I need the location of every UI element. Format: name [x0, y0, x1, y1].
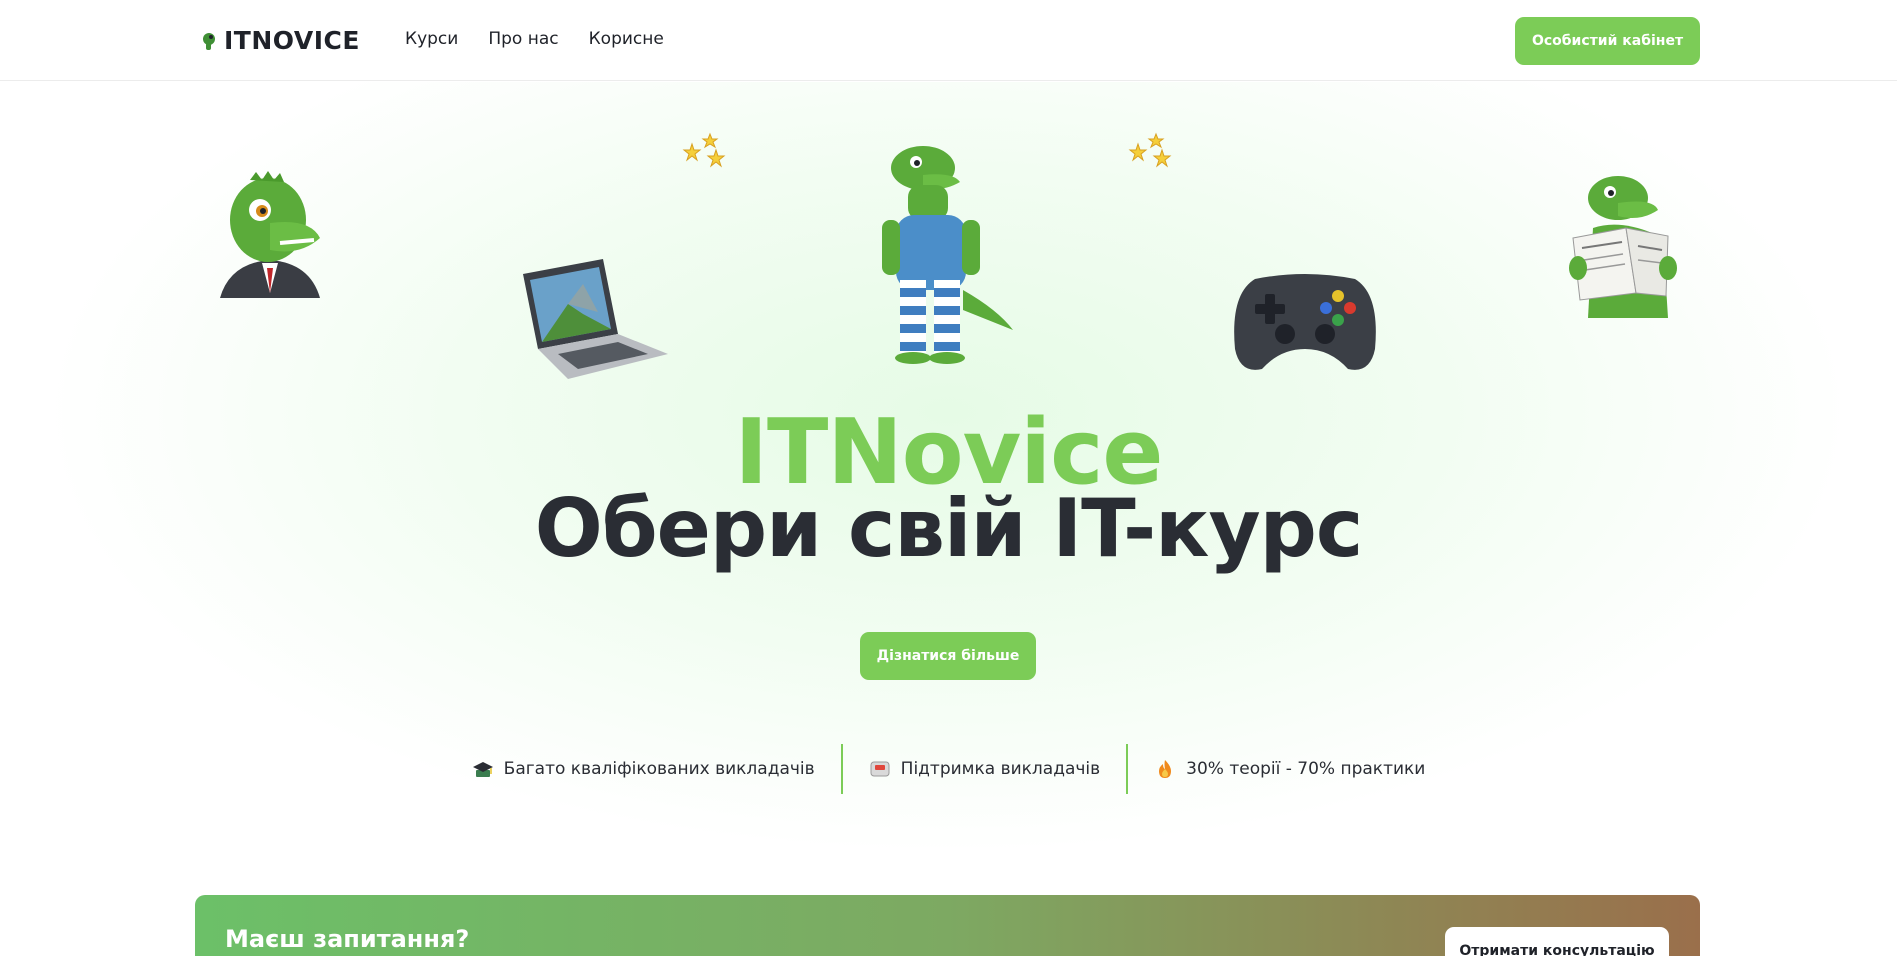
banner-title: Маєш запитання? [225, 925, 470, 953]
sparkles-icon [1128, 132, 1172, 168]
dino-logo-icon [203, 32, 215, 50]
feature-item: Багато кваліфікованих викладачів [446, 744, 841, 794]
nav-courses[interactable]: Курси [405, 29, 458, 49]
consultation-banner: Маєш запитання? Отримати консультацію [195, 895, 1700, 956]
features-list: Багато кваліфікованих викладачів Підтрим… [0, 744, 1897, 794]
feature-label: Багато кваліфікованих викладачів [503, 759, 815, 779]
logo-text: ITNOVICE [224, 26, 360, 55]
graduation-cap-icon [472, 762, 493, 777]
newspaper-dino-icon [1569, 176, 1677, 318]
fire-icon [1159, 760, 1172, 778]
laptop-icon [523, 259, 668, 379]
main-nav: Курси Про нас Корисне [405, 29, 664, 49]
gamepad-icon [1234, 274, 1376, 370]
site-header: ITNOVICE Курси Про нас Корисне Особистий… [0, 0, 1897, 81]
personal-cabinet-button[interactable]: Особистий кабінет [1515, 17, 1700, 65]
feature-label: 30% теорії - 70% практики [1186, 759, 1426, 779]
learn-more-button[interactable]: Дізнатися більше [860, 632, 1036, 680]
logo[interactable]: ITNOVICE [200, 26, 360, 55]
nav-useful[interactable]: Корисне [589, 29, 664, 49]
feature-label: Підтримка викладачів [900, 759, 1101, 779]
feature-item: Підтримка викладачів [840, 744, 1127, 794]
overalls-dino-icon [882, 146, 1013, 364]
page-title: Обери свій IT-курс [534, 482, 1364, 575]
nav-about[interactable]: Про нас [488, 29, 558, 49]
feature-item: 30% теорії - 70% практики [1126, 744, 1451, 794]
business-dino-icon [220, 171, 320, 298]
message-box-icon [870, 761, 890, 777]
sparkles-icon [682, 132, 726, 168]
get-consultation-button[interactable]: Отримати консультацію [1445, 927, 1669, 956]
hero-section: ITNovice Обери свій IT-курс Дізнатися бі… [0, 82, 1897, 882]
